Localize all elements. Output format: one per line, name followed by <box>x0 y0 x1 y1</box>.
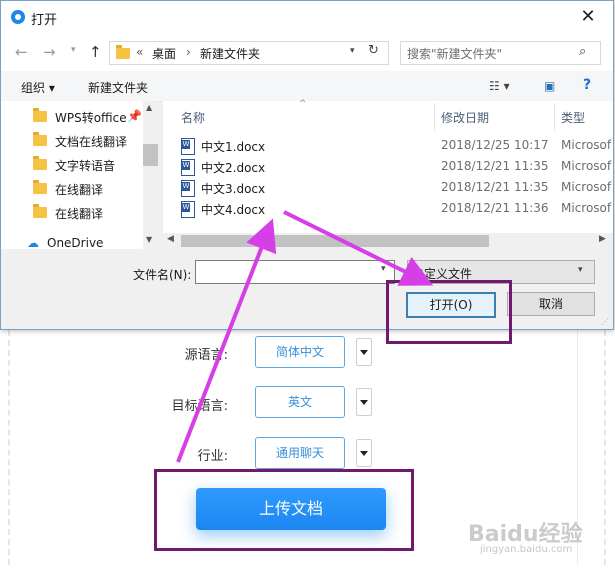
file-type: Microsof <box>561 180 612 194</box>
help-icon[interactable]: ? <box>583 77 591 93</box>
up-arrow-icon[interactable]: ↑ <box>89 43 102 61</box>
file-name: 中文1.docx <box>201 140 266 154</box>
file-name: 中文3.docx <box>201 182 266 196</box>
cancel-button[interactable]: 取消 <box>507 292 595 316</box>
scroll-left-icon[interactable]: ◀ <box>167 234 174 244</box>
navigation-pane: WPS转office 📌 文档在线翻译 文字转语音 在线翻译 在线翻译 ☁ On… <box>1 101 158 250</box>
file-date: 2018/12/21 11:36 <box>441 201 549 215</box>
nav-item-label: 文档在线翻译 <box>55 135 128 149</box>
address-dropdown-icon[interactable]: ▾ <box>350 46 355 56</box>
industry-select[interactable]: 通用聊天 <box>255 437 345 469</box>
breadcrumb-desktop[interactable]: 桌面 <box>152 45 176 62</box>
chevron-down-icon: ▾ <box>578 265 583 275</box>
target-language-label: 目标语言: <box>171 399 228 414</box>
annotation-box-open <box>386 280 512 344</box>
file-date: 2018/12/25 10:17 <box>441 138 549 152</box>
breadcrumb-overflow[interactable]: « <box>136 45 143 59</box>
sort-ascending-icon: ^ <box>299 99 307 109</box>
filename-label: 文件名(N): <box>133 268 192 282</box>
column-separator[interactable] <box>434 103 435 131</box>
file-row[interactable]: 中文3.docx 2018/12/21 11:35 Microsof <box>177 178 611 198</box>
file-date: 2018/12/21 11:35 <box>441 159 549 173</box>
back-arrow-icon[interactable]: ← <box>15 43 28 61</box>
annotation-box-upload <box>154 469 414 551</box>
recent-chevron-icon[interactable]: ▾ <box>71 45 76 55</box>
source-language-select[interactable]: 简体中文 <box>255 336 345 368</box>
dialog-title: 打开 <box>31 13 58 28</box>
folder-icon <box>33 156 47 170</box>
dialog-titlebar: 打开 ✕ <box>1 1 613 33</box>
nav-item-label: 文字转语音 <box>55 159 116 173</box>
preview-pane-icon[interactable]: ▣ <box>544 79 555 93</box>
industry-dropdown[interactable] <box>356 439 372 467</box>
new-folder-button[interactable]: 新建文件夹 <box>88 79 148 96</box>
file-date: 2018/12/21 11:35 <box>441 180 549 194</box>
file-type: Microsof <box>561 138 612 152</box>
word-doc-icon <box>181 180 195 197</box>
cloud-icon: ☁ <box>27 236 39 250</box>
scroll-down-icon[interactable]: ▼ <box>146 235 152 244</box>
folder-icon <box>33 108 47 122</box>
refresh-icon[interactable]: ↻ <box>368 43 379 58</box>
search-placeholder: 搜索"新建文件夹" <box>407 47 503 61</box>
nav-item-label: 在线翻译 <box>55 183 104 197</box>
folder-icon <box>33 132 47 146</box>
word-doc-icon <box>181 138 195 155</box>
page-border-left <box>8 320 10 565</box>
file-name: 中文4.docx <box>201 203 266 217</box>
app-icon <box>11 10 25 24</box>
organize-button[interactable]: 组织 ▾ <box>21 79 55 96</box>
pin-icon: 📌 <box>127 109 142 123</box>
view-options-icon[interactable]: ☷ ▾ <box>489 79 510 93</box>
file-name: 中文2.docx <box>201 161 266 175</box>
column-separator[interactable] <box>554 103 555 131</box>
nav-scrollbar[interactable]: ▲ ▼ <box>143 101 158 249</box>
nav-scrollbar-thumb[interactable] <box>143 144 158 166</box>
filename-dropdown-icon[interactable]: ▾ <box>381 264 386 274</box>
forward-arrow-icon[interactable]: → <box>43 43 56 61</box>
target-language-dropdown[interactable] <box>356 388 372 416</box>
nav-item-label: WPS转office <box>55 111 127 125</box>
close-icon[interactable]: ✕ <box>573 5 603 29</box>
address-bar[interactable]: « 桌面 › 新建文件夹 ▾ ↻ <box>109 41 389 65</box>
dialog-toolbar: 组织 ▾ 新建文件夹 ☷ ▾ ▣ ? <box>1 71 613 102</box>
breadcrumb-folder[interactable]: 新建文件夹 <box>200 45 260 62</box>
search-icon[interactable]: ⌕ <box>579 44 586 59</box>
watermark-sub: jingyan.baidu.com <box>480 544 573 555</box>
industry-label: 行业: <box>197 449 228 464</box>
breadcrumb-separator: › <box>186 45 191 59</box>
file-row[interactable]: 中文4.docx 2018/12/21 11:36 Microsof <box>177 199 611 219</box>
column-date[interactable]: 修改日期 <box>441 109 489 126</box>
scroll-right-icon[interactable]: ▶ <box>599 234 606 244</box>
folder-icon <box>33 180 47 194</box>
hscrollbar-thumb[interactable] <box>181 235 489 247</box>
filename-input[interactable] <box>195 260 395 284</box>
nav-item-label: OneDrive <box>47 236 104 250</box>
folder-icon <box>33 204 47 218</box>
file-row[interactable]: 中文2.docx 2018/12/21 11:35 Microsof <box>177 157 611 177</box>
nav-item-label: 在线翻译 <box>55 207 104 221</box>
file-type: Microsof <box>561 201 612 215</box>
word-doc-icon <box>181 201 195 218</box>
column-name[interactable]: 名称 <box>181 109 205 126</box>
source-language-label: 源语言: <box>184 348 228 363</box>
column-type[interactable]: 类型 <box>561 109 585 126</box>
page-border-right <box>604 320 606 565</box>
file-type: Microsof <box>561 159 612 173</box>
resize-grip-icon[interactable]: ⋰ <box>601 317 609 326</box>
scroll-up-icon[interactable]: ▲ <box>146 103 152 112</box>
word-doc-icon <box>181 159 195 176</box>
search-input[interactable]: 搜索"新建文件夹" ⌕ <box>400 41 601 65</box>
folder-icon <box>116 45 130 59</box>
target-language-select[interactable]: 英文 <box>255 386 345 418</box>
file-row[interactable]: 中文1.docx 2018/12/25 10:17 Microsof <box>177 136 611 156</box>
source-language-dropdown[interactable] <box>356 338 372 366</box>
open-file-dialog: 打开 ✕ ← → ▾ ↑ « 桌面 › 新建文件夹 ▾ ↻ 搜索"新建文件夹" … <box>0 0 614 330</box>
